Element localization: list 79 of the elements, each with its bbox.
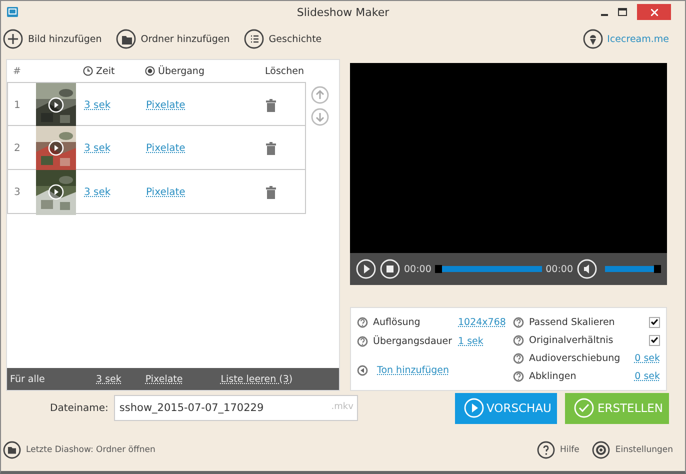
open-folder-link[interactable]: Letzte Diashow: Ordner öffnen [26, 445, 156, 455]
toolbar-button[interactable]: Ordner hinzufügen [116, 29, 230, 49]
help-icon[interactable] [537, 441, 556, 459]
setting-label: Passend Skalieren [529, 316, 615, 328]
help-icon [513, 316, 524, 328]
column-header: # [13, 66, 21, 76]
help-icon [513, 334, 524, 346]
help-link[interactable]: Hilfe [560, 445, 580, 455]
app-icon [7, 7, 18, 17]
toolbar-button[interactable]: Bild hinzufügen [3, 29, 102, 49]
row-number: 1 [14, 100, 22, 111]
setting-label: Übergangsdauer [373, 336, 453, 347]
check-icon [651, 319, 658, 326]
play-icon [48, 184, 64, 200]
close-button[interactable] [637, 4, 671, 20]
column-header: Übergang [158, 66, 204, 76]
checkbox[interactable] [649, 316, 660, 328]
duration-link[interactable]: 3 sek [84, 100, 111, 111]
setting-link[interactable]: 1024x768 [458, 317, 506, 328]
add-audio-link[interactable]: Ton hinzufügen [377, 365, 449, 376]
folder-icon[interactable] [3, 441, 21, 459]
settings-icon[interactable] [592, 441, 610, 459]
setting-label: Originalverhältnis [529, 334, 614, 346]
folder-icon[interactable] [116, 29, 136, 49]
settings-link[interactable]: Einstellungen [615, 445, 673, 455]
apply-all-label: Für alle [10, 374, 46, 384]
trash-icon[interactable] [266, 186, 276, 199]
transition-link[interactable]: Pixelate [145, 374, 183, 384]
filename-label: Dateiname: [50, 402, 108, 414]
column-header: Löschen [265, 66, 304, 76]
ice-cream-icon[interactable] [583, 29, 604, 49]
clear-list-link[interactable]: Liste leeren (3) [220, 374, 293, 384]
close-icon [650, 8, 658, 16]
setting-link[interactable]: 0 sek [634, 371, 660, 382]
website-link[interactable]: Icecream.me [607, 34, 669, 44]
trash-icon[interactable] [266, 99, 276, 112]
clock-icon [83, 66, 93, 76]
help-icon [513, 371, 524, 382]
duration-link[interactable]: 3 sek [84, 187, 111, 198]
transition-link[interactable]: Pixelate [146, 187, 186, 198]
total-time: 00:00 [546, 264, 573, 274]
stop-icon[interactable] [380, 259, 400, 279]
file-extension: .mkv [331, 402, 354, 412]
help-icon [513, 353, 524, 364]
duration-link[interactable]: 3 sek [84, 143, 111, 154]
duration-link[interactable]: 3 sek [96, 374, 122, 384]
speaker-icon [357, 365, 368, 376]
setting-label: Auflösung [373, 317, 422, 328]
toolbar-button[interactable]: Geschichte [244, 29, 322, 49]
play-icon [464, 398, 484, 418]
row-number: 2 [14, 143, 22, 154]
setting-label: Audioverschiebung [529, 353, 620, 364]
preview-button[interactable]: VORSCHAU [454, 392, 558, 424]
window-title: Slideshow Maker [296, 6, 390, 19]
help-icon [357, 336, 368, 347]
radio-icon [145, 66, 155, 76]
volume-icon[interactable] [577, 259, 597, 279]
play-icon[interactable] [356, 259, 376, 279]
seek-bar[interactable] [435, 266, 542, 272]
checkbox[interactable] [649, 334, 660, 346]
column-header: Zeit [96, 66, 115, 76]
setting-link[interactable]: 0 sek [634, 353, 660, 364]
check-icon [651, 337, 658, 344]
transition-link[interactable]: Pixelate [146, 143, 186, 154]
volume-slider[interactable] [605, 266, 661, 272]
create-button[interactable]: ERSTELLEN [565, 392, 669, 424]
check-icon [574, 398, 594, 418]
play-icon [48, 140, 64, 156]
add-icon[interactable] [3, 29, 23, 49]
trash-icon[interactable] [266, 142, 276, 155]
transition-link[interactable]: Pixelate [146, 100, 186, 111]
play-icon [48, 97, 64, 113]
setting-label: Abklingen [529, 371, 576, 382]
setting-link[interactable]: 1 sek [458, 336, 484, 347]
row-number: 3 [14, 187, 22, 198]
help-icon [357, 317, 368, 328]
list-icon[interactable] [244, 29, 264, 49]
current-time: 00:00 [404, 264, 432, 274]
maximize-icon[interactable] [618, 8, 627, 16]
